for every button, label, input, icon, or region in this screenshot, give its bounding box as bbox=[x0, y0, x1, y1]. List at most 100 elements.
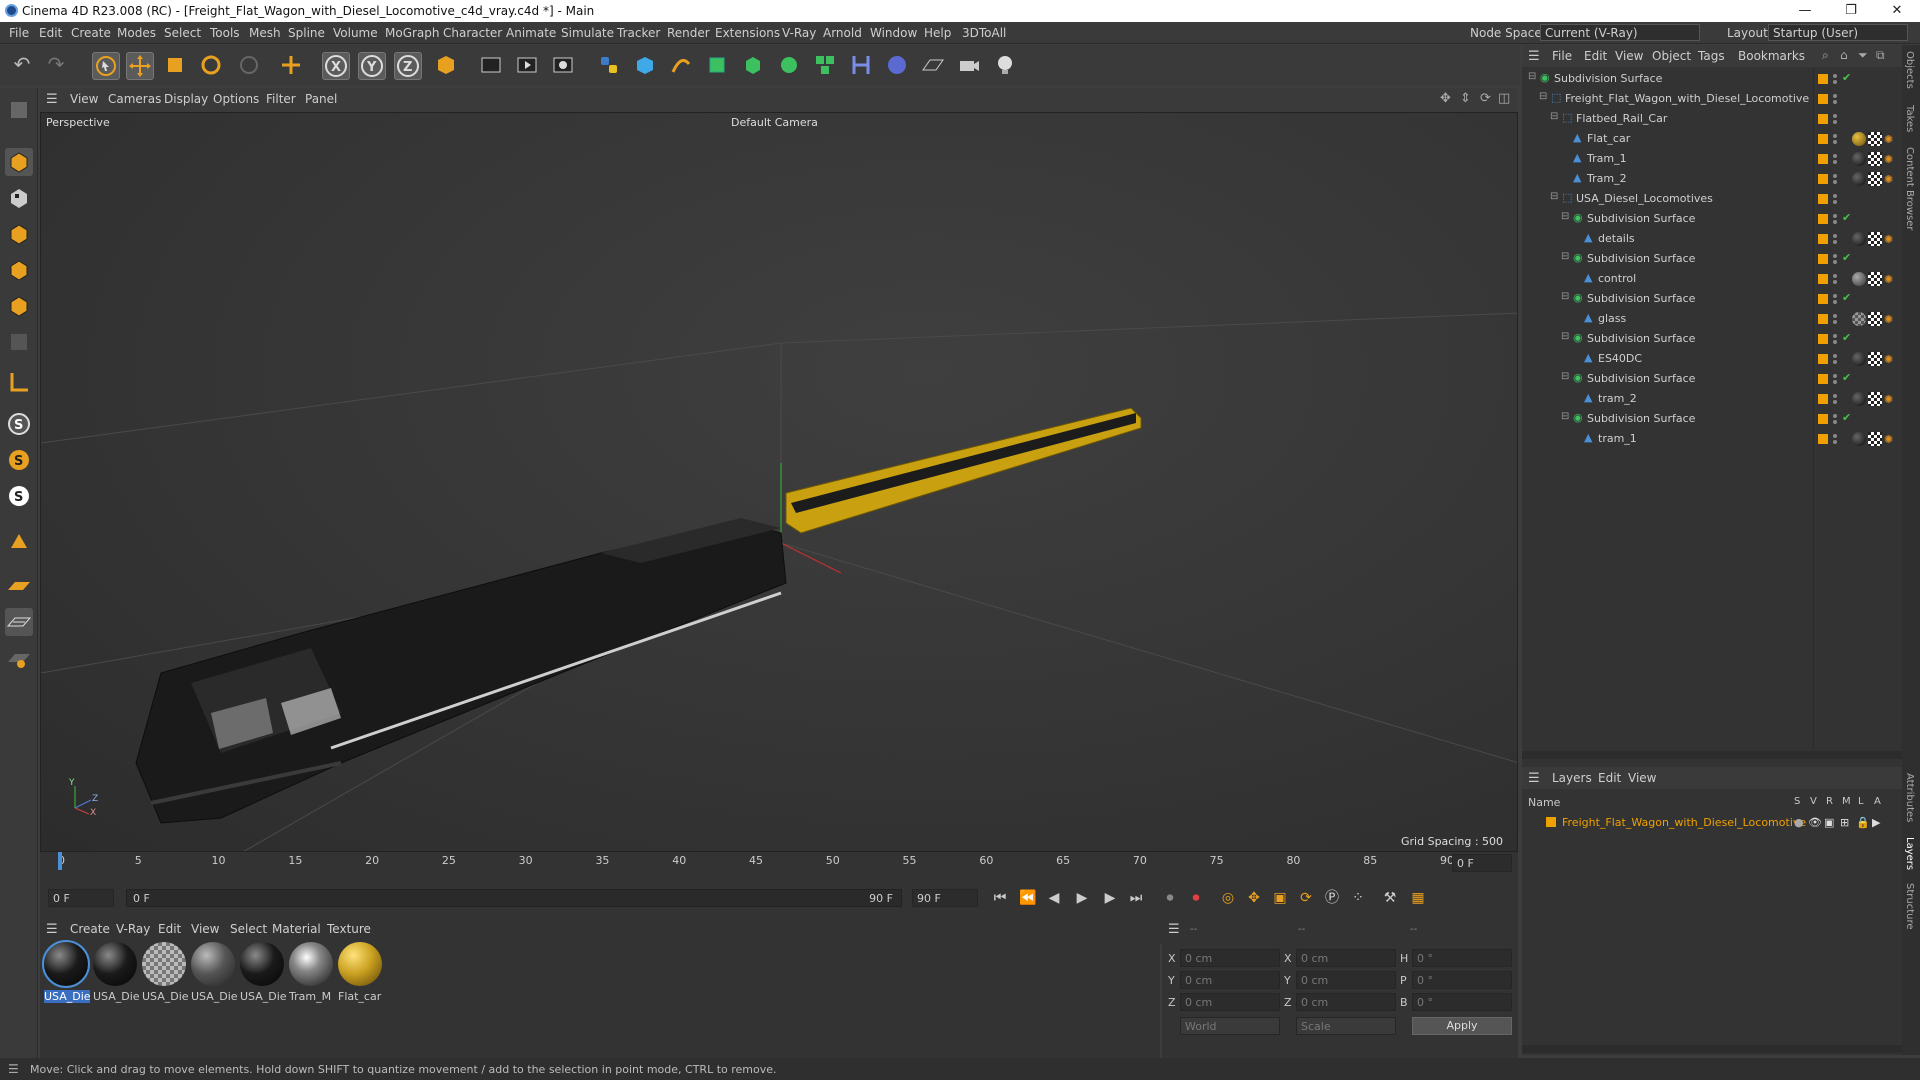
om-menu-view[interactable]: View bbox=[1615, 49, 1643, 63]
motion-system-icon[interactable]: ⚒ bbox=[1380, 888, 1400, 908]
key-pla-icon[interactable]: ⁘ bbox=[1348, 888, 1368, 908]
viewport-rotate-icon[interactable]: ⟳ bbox=[1480, 91, 1491, 106]
vray-tag-icon[interactable]: ✺ bbox=[1884, 313, 1896, 326]
object-name[interactable]: Freight_Flat_Wagon_with_Diesel_Locomotiv… bbox=[1565, 92, 1809, 105]
close-button[interactable]: ✕ bbox=[1874, 0, 1920, 22]
object-name[interactable]: Subdivision Surface bbox=[1587, 332, 1695, 345]
object-row[interactable]: ▲ Flat_car ✺ bbox=[1522, 129, 1902, 149]
editor-visibility-dot[interactable] bbox=[1833, 234, 1837, 238]
coord-pos-x-field[interactable]: 0 cm bbox=[1180, 949, 1280, 967]
polygons-mode-icon[interactable] bbox=[5, 292, 33, 320]
viewport-menu-cameras[interactable]: Cameras bbox=[108, 92, 161, 106]
object-name[interactable]: USA_Diesel_Locomotives bbox=[1576, 192, 1713, 205]
workplane-icon[interactable] bbox=[5, 572, 33, 600]
vray-tag-icon[interactable]: ✺ bbox=[1884, 273, 1896, 286]
expand-toggle-icon[interactable]: ⊟ bbox=[1550, 191, 1558, 202]
layers-menu-layers[interactable]: Layers bbox=[1552, 771, 1592, 785]
object-row[interactable]: ▲ glass ✺ bbox=[1522, 309, 1902, 329]
mograph-fracture-icon[interactable] bbox=[812, 52, 840, 80]
render-visibility-dot[interactable] bbox=[1833, 260, 1837, 264]
layers-hamburger-icon[interactable]: ☰ bbox=[1528, 771, 1540, 786]
material-label[interactable]: USA_Die bbox=[191, 990, 237, 1003]
render-visibility-dot[interactable] bbox=[1833, 80, 1837, 84]
scale-tool-icon[interactable] bbox=[162, 52, 190, 80]
object-name[interactable]: Subdivision Surface bbox=[1587, 292, 1695, 305]
viewport-layout-icon[interactable]: ◫ bbox=[1498, 91, 1510, 106]
menu-render[interactable]: Render bbox=[667, 26, 710, 40]
menu-mograph[interactable]: MoGraph bbox=[385, 26, 440, 40]
enabled-check-icon[interactable]: ✔ bbox=[1842, 251, 1851, 264]
maximize-button[interactable]: ❐ bbox=[1828, 0, 1874, 22]
prev-key-icon[interactable]: ⏪ bbox=[1018, 888, 1038, 908]
playhead[interactable] bbox=[58, 852, 62, 870]
layer-color-swatch[interactable] bbox=[1818, 154, 1828, 164]
editor-visibility-dot[interactable] bbox=[1833, 394, 1837, 398]
layer-render-icon[interactable]: ▣ bbox=[1824, 816, 1834, 829]
menu-tools[interactable]: Tools bbox=[210, 26, 240, 40]
object-name[interactable]: control bbox=[1598, 272, 1636, 285]
locked-workplane-icon[interactable] bbox=[5, 644, 33, 672]
editor-visibility-dot[interactable] bbox=[1833, 194, 1837, 198]
object-name[interactable]: ES40DC bbox=[1598, 352, 1642, 365]
object-row[interactable]: ⊟ ⬚ Flatbed_Rail_Car bbox=[1522, 109, 1902, 129]
model-mode-icon[interactable] bbox=[5, 148, 33, 176]
layer-manager-icon[interactable]: ⊞ bbox=[1840, 816, 1849, 829]
layers-menu-view[interactable]: View bbox=[1628, 771, 1656, 785]
auto-key-icon[interactable]: ⏺ bbox=[1186, 888, 1206, 908]
render-visibility-dot[interactable] bbox=[1833, 200, 1837, 204]
render-visibility-dot[interactable] bbox=[1833, 140, 1837, 144]
editor-visibility-dot[interactable] bbox=[1833, 214, 1837, 218]
object-name[interactable]: Subdivision Surface bbox=[1587, 412, 1695, 425]
next-frame-icon[interactable]: ▶ bbox=[1100, 888, 1120, 908]
menu-tracker[interactable]: Tracker bbox=[617, 26, 660, 40]
object-row[interactable]: ▲ control ✺ bbox=[1522, 269, 1902, 289]
material-swatch[interactable] bbox=[42, 940, 90, 988]
material-tag-icon[interactable] bbox=[1852, 352, 1866, 366]
render-visibility-dot[interactable] bbox=[1833, 120, 1837, 124]
vray-tag-icon[interactable]: ✺ bbox=[1884, 173, 1896, 186]
layer-color-swatch[interactable] bbox=[1818, 174, 1828, 184]
frame-display-field[interactable]: 0 F bbox=[1452, 854, 1512, 872]
coord-size-z-field[interactable]: 0 cm bbox=[1296, 993, 1396, 1011]
axis-mode-icon[interactable] bbox=[5, 368, 33, 396]
om-filter-icon[interactable]: ⏷ bbox=[1858, 48, 1868, 63]
layer-color-swatch[interactable] bbox=[1818, 94, 1828, 104]
render-visibility-dot[interactable] bbox=[1833, 440, 1837, 444]
uvw-tag-icon[interactable] bbox=[1868, 312, 1882, 326]
menu-volume[interactable]: Volume bbox=[333, 26, 378, 40]
menu-arnold[interactable]: Arnold bbox=[823, 26, 862, 40]
layer-row[interactable]: Freight_Flat_Wagon_with_Diesel_Locomotiv… bbox=[1522, 813, 1902, 833]
prev-frame-icon[interactable]: ◀ bbox=[1044, 888, 1064, 908]
layer-color-swatch[interactable] bbox=[1818, 234, 1828, 244]
object-row[interactable]: ⊟ ◉ Subdivision Surface ✔ bbox=[1522, 209, 1902, 229]
tweak-mode-icon[interactable] bbox=[5, 528, 33, 556]
tab-content-browser[interactable]: Content Browser bbox=[1904, 147, 1915, 230]
object-name[interactable]: Tram_2 bbox=[1587, 172, 1627, 185]
menu-vray[interactable]: V-Ray bbox=[782, 26, 816, 40]
key-rotation-icon[interactable]: ⟳ bbox=[1296, 888, 1316, 908]
render-visibility-dot[interactable] bbox=[1833, 380, 1837, 384]
object-name[interactable]: Subdivision Surface bbox=[1587, 372, 1695, 385]
menu-create[interactable]: Create bbox=[71, 26, 111, 40]
expand-toggle-icon[interactable]: ⊟ bbox=[1561, 371, 1569, 382]
material-tag-icon[interactable] bbox=[1852, 232, 1866, 246]
layer-color-swatch[interactable] bbox=[1818, 214, 1828, 224]
editor-visibility-dot[interactable] bbox=[1833, 374, 1837, 378]
material-tag-icon[interactable] bbox=[1852, 172, 1866, 186]
layer-color-swatch[interactable] bbox=[1818, 254, 1828, 264]
tab-layers[interactable]: Layers bbox=[1904, 837, 1915, 870]
menu-modes[interactable]: Modes bbox=[117, 26, 156, 40]
material-label[interactable]: USA_Die bbox=[142, 990, 188, 1003]
render-visibility-dot[interactable] bbox=[1833, 220, 1837, 224]
expand-toggle-icon[interactable]: ⊟ bbox=[1561, 251, 1569, 262]
object-row[interactable]: ⊟ ◉ Subdivision Surface ✔ bbox=[1522, 409, 1902, 429]
layer-color-swatch[interactable] bbox=[1818, 434, 1828, 444]
material-tag-icon[interactable] bbox=[1852, 392, 1866, 406]
tab-attributes[interactable]: Attributes bbox=[1904, 773, 1915, 822]
material-tag-icon[interactable] bbox=[1852, 272, 1866, 286]
layer-visible-icon[interactable]: 👁 bbox=[1808, 816, 1822, 829]
layer-solo-icon[interactable]: ● bbox=[1794, 816, 1804, 829]
coord-rot-p-field[interactable]: 0 ° bbox=[1412, 971, 1512, 989]
end-frame-field[interactable]: 90 F bbox=[912, 889, 978, 907]
object-row[interactable]: ⊟ ◉ Subdivision Surface ✔ bbox=[1522, 289, 1902, 309]
